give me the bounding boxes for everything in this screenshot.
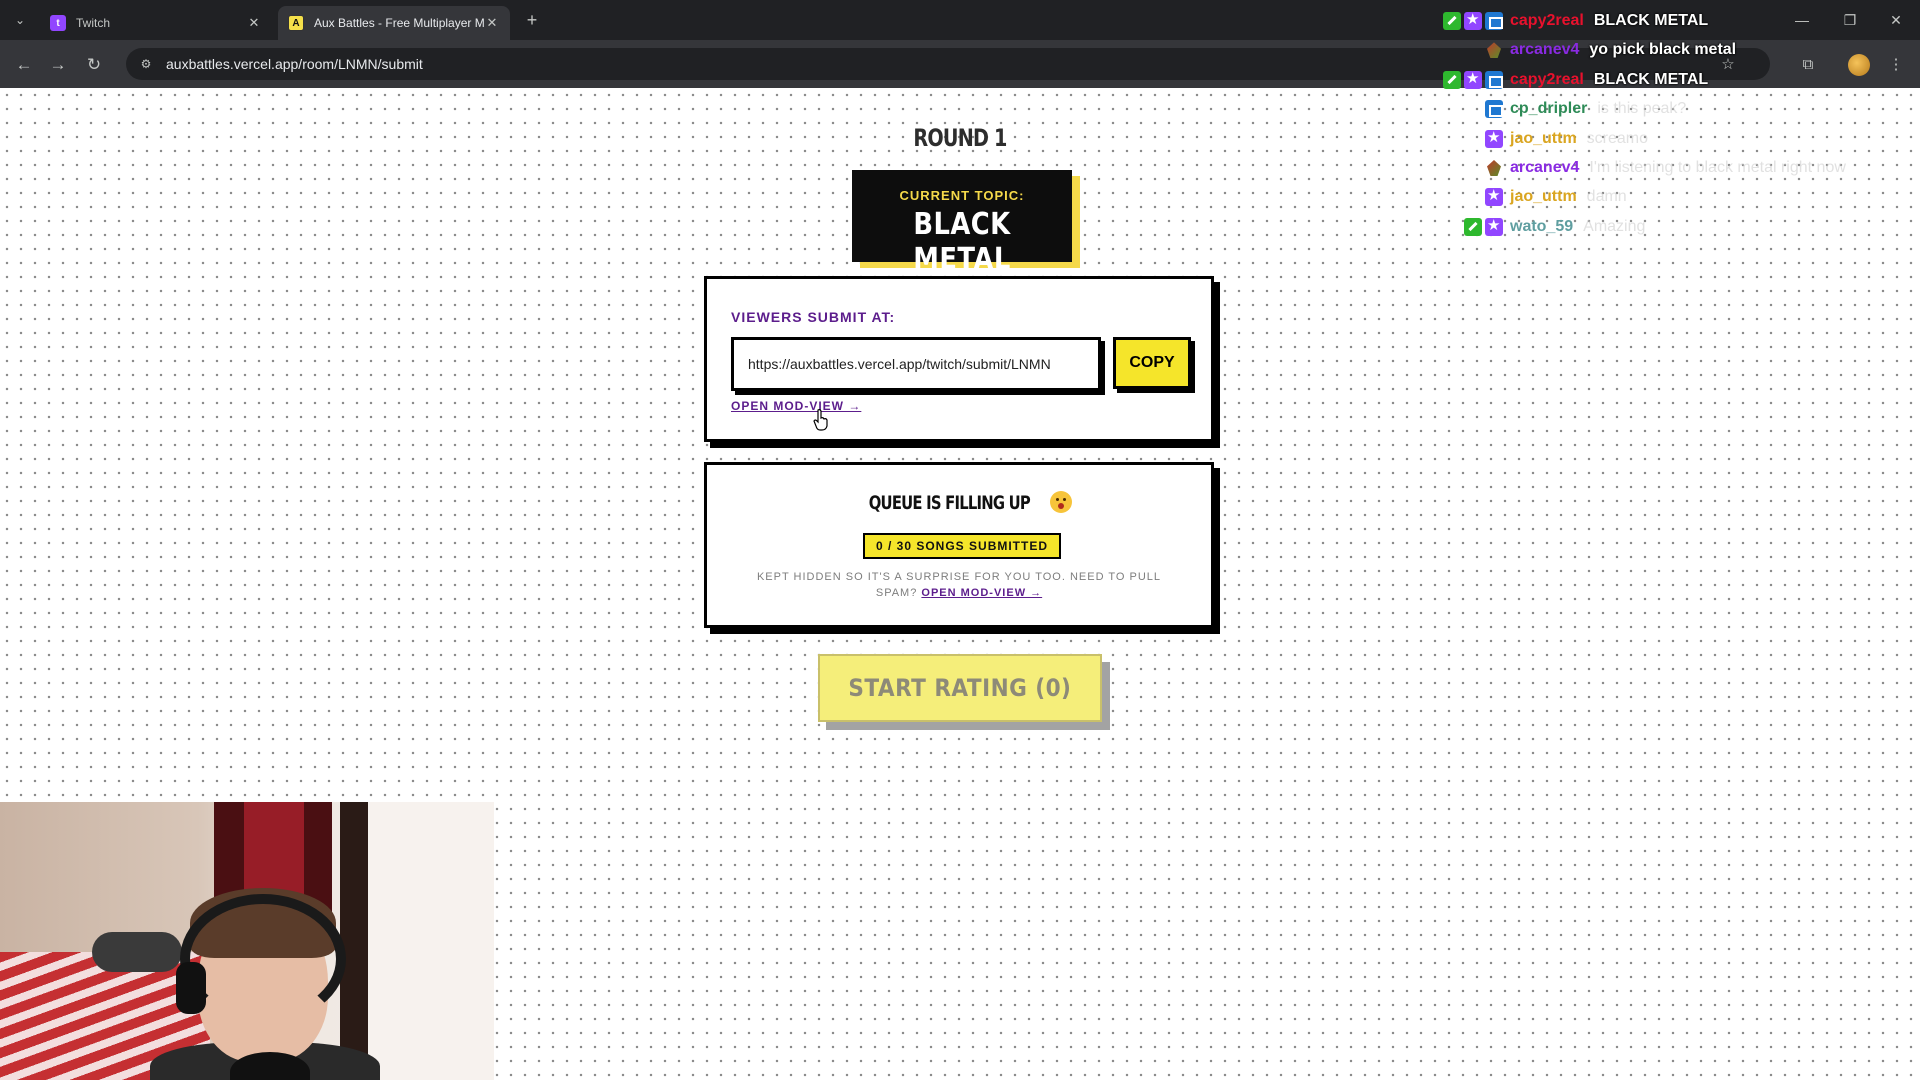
start-rating-button[interactable]: START RATING (0) — [818, 654, 1102, 722]
site-info-icon[interactable]: ⚙ — [136, 57, 156, 71]
prime-badge-icon — [1485, 186, 1503, 207]
open-mod-view-link[interactable]: OPEN MOD-VIEW → — [921, 587, 1042, 599]
chat-username[interactable]: arcanev4 — [1510, 41, 1579, 59]
submit-label: VIEWERS SUBMIT AT: — [731, 309, 896, 325]
topic-value: BLACK METAL — [913, 207, 1011, 277]
queue-title-text: QUEUE IS FILLING UP — [868, 492, 1031, 514]
tab-title: Twitch — [76, 16, 111, 30]
chat-username[interactable]: capy2real — [1510, 71, 1584, 89]
round-title: ROUND 1 — [913, 124, 1007, 152]
chat-message: arcanev4 yo pick black metal — [1485, 37, 1736, 63]
forward-icon[interactable]: → — [46, 53, 70, 77]
queue-card: QUEUE IS FILLING UP 0 / 30 SONGS SUBMITT… — [704, 462, 1214, 628]
chat-message: arcanev4 I'm listening to black metal rig… — [1485, 155, 1846, 181]
chat-text: is this peak? — [1597, 100, 1687, 118]
submit-url-input[interactable] — [731, 337, 1101, 391]
surprised-face-emoji-icon — [1050, 491, 1073, 513]
tab-twitch[interactable]: t Twitch ✕ — [40, 6, 272, 40]
topic-card: CURRENT TOPIC: BLACK METAL — [852, 170, 1072, 277]
back-icon[interactable]: ← — [12, 53, 36, 77]
auxbattles-favicon: A — [288, 15, 304, 31]
chat-text: yo pick black metal — [1589, 41, 1737, 59]
bits-badge-icon — [1485, 41, 1503, 59]
sub-badge-icon — [1485, 70, 1503, 89]
prime-badge-icon — [1485, 216, 1503, 236]
chat-text: I'm listening to black metal right now — [1589, 159, 1846, 176]
sub-badge-icon — [1485, 12, 1503, 30]
url-text: auxbattles.vercel.app/room/LNMN/submit — [166, 56, 423, 72]
open-mod-view-link[interactable]: OPEN MOD-VIEW → — [731, 399, 861, 413]
close-tab-icon[interactable]: ✕ — [484, 15, 500, 31]
copy-button[interactable]: COPY — [1113, 337, 1191, 389]
tab-auxbattles[interactable]: A Aux Battles - Free Multiplayer M ✕ — [278, 6, 510, 40]
headset-earcup — [176, 962, 206, 1014]
mod-badge-icon — [1443, 70, 1461, 89]
chat-message: capy2real BLACK METAL — [1443, 67, 1708, 93]
prime-badge-icon — [1464, 69, 1482, 89]
queue-hint: KEPT HIDDEN SO IT'S A SURPRISE FOR YOU T… — [747, 569, 1171, 601]
twitch-favicon: t — [50, 15, 66, 31]
chat-text: screamo — [1586, 129, 1649, 147]
bits-badge-icon — [1485, 159, 1503, 177]
mod-badge-icon — [1443, 12, 1461, 30]
chat-message: wato_59 Amazing — [1464, 214, 1645, 240]
prime-badge-icon — [1464, 10, 1482, 30]
tab-search-icon[interactable]: ⌄ — [8, 8, 32, 32]
stream-chat-overlay: capy2real BLACK METAL arcanev4 yo pick blac… — [1400, 8, 1920, 248]
queue-title: QUEUE IS FILLING UP — [707, 491, 1211, 514]
tab-title: Aux Battles - Free Multiplayer M — [314, 16, 484, 30]
door — [368, 802, 494, 1080]
chat-username[interactable]: jao_uttm — [1510, 188, 1577, 206]
chat-username[interactable]: wato_59 — [1510, 218, 1573, 236]
start-rating-label: START RATING (0) — [848, 674, 1072, 702]
sub-badge-icon — [1485, 100, 1503, 119]
chat-message: capy2real BLACK METAL — [1443, 8, 1708, 34]
chat-message: cp_dripler is this peak? — [1485, 96, 1686, 122]
chat-message: jao_uttm screamo — [1485, 126, 1648, 152]
close-tab-icon[interactable]: ✕ — [246, 15, 262, 31]
streamer-webcam — [0, 802, 494, 1080]
songs-submitted-badge: 0 / 30 SONGS SUBMITTED — [863, 533, 1061, 559]
door-frame — [340, 802, 368, 1080]
chat-username[interactable]: cp_dripler — [1510, 100, 1587, 118]
hand-cursor-icon — [813, 409, 828, 431]
chat-text: Amazing — [1583, 217, 1646, 235]
chat-username[interactable]: jao_uttm — [1510, 130, 1577, 148]
chat-text: BLACK METAL — [1593, 12, 1709, 29]
chat-text: damn — [1586, 188, 1627, 206]
chat-username[interactable]: capy2real — [1510, 12, 1584, 30]
topic-label: CURRENT TOPIC: — [899, 188, 1025, 203]
chat-username[interactable]: arcanev4 — [1510, 159, 1579, 177]
pillow — [92, 932, 182, 972]
submit-card: VIEWERS SUBMIT AT: COPY OPEN MOD-VIEW → — [704, 276, 1214, 442]
prime-badge-icon — [1485, 128, 1503, 148]
reload-icon[interactable]: ↻ — [82, 53, 106, 77]
chat-message: jao_uttm damn — [1485, 184, 1627, 210]
mod-badge-icon — [1464, 217, 1482, 236]
new-tab-icon[interactable]: + — [520, 8, 544, 32]
chat-text: BLACK METAL — [1593, 70, 1709, 88]
